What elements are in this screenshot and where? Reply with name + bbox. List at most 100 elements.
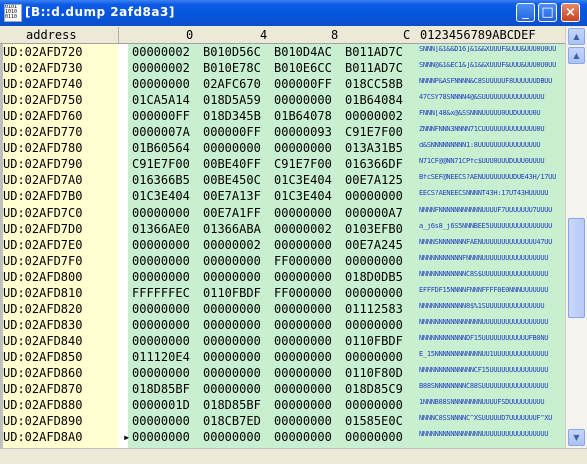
table-row[interactable]: UD:02AFD7C0 00000000 00E7A1FF 00000000 00000… xyxy=(0,205,565,221)
data-cell[interactable]: 00000000 xyxy=(132,366,190,380)
data-cell[interactable]: 00000000 xyxy=(203,382,261,396)
data-cell[interactable]: 00E7A1FF xyxy=(203,206,261,220)
table-row[interactable]: UD:02AFD810 FFFFFFEC 0110FBDF FF000000 00000… xyxy=(0,285,565,301)
table-row[interactable]: UD:02AFD820 00000000 00000000 00000000 01112… xyxy=(0,301,565,317)
data-cell[interactable]: 00000000 xyxy=(274,302,332,316)
data-cell[interactable]: 0110FBDF xyxy=(345,334,403,348)
data-cell[interactable]: C91E7F00 xyxy=(132,157,190,171)
close-button[interactable]: × xyxy=(561,3,580,22)
table-row[interactable]: UD:02AFD850 011120E4 00000000 00000000 00000… xyxy=(0,349,565,365)
data-cell[interactable]: 00E7A13F xyxy=(203,189,261,203)
data-cell[interactable]: 00000000 xyxy=(345,398,403,412)
data-cell[interactable]: 00000000 xyxy=(274,430,332,444)
data-cell[interactable]: 00000000 xyxy=(203,254,261,268)
data-cell[interactable]: 00000000 xyxy=(132,270,190,284)
table-row[interactable]: UD:02AFD7E0 00000000 00000002 00000000 00E7A… xyxy=(0,237,565,253)
table-row[interactable]: UD:02AFD780 01B60564 00000000 00000000 013A3… xyxy=(0,140,565,156)
horizontal-scrollbar[interactable] xyxy=(0,448,587,464)
data-cell[interactable]: 01CA5A14 xyxy=(132,93,190,107)
data-cell[interactable]: 01585E0C xyxy=(345,414,403,428)
data-cell[interactable]: 01366AE0 xyxy=(132,222,190,236)
vertical-scrollbar[interactable]: ▲ ▲ ▼ xyxy=(565,27,587,448)
minimize-button[interactable]: _ xyxy=(516,3,535,22)
title-bar[interactable]: 0101 1010 0110 [B::d.dump 2afd8a3] _ □ × xyxy=(0,0,587,26)
scroll-page-up-button[interactable]: ▲ xyxy=(568,47,585,64)
data-cell[interactable]: 018D5A59 xyxy=(203,93,261,107)
data-cell[interactable]: FF000000 xyxy=(274,254,332,268)
table-row[interactable]: UD:02AFD800 00000000 00000000 00000000 018D0… xyxy=(0,269,565,285)
table-row[interactable]: UD:02AFD7A0 016366B5 00BE450C 01C3E404 00E7A… xyxy=(0,172,565,188)
data-cell[interactable]: 00000000 xyxy=(132,238,190,252)
data-cell[interactable]: 0110FBDF xyxy=(203,286,261,300)
table-row[interactable]: UD:02AFD7D0 01366AE0 01366ABA 00000002 0103E… xyxy=(0,221,565,237)
data-cell[interactable]: 00000000 xyxy=(274,93,332,107)
data-cell[interactable]: 018D85C9 xyxy=(345,382,403,396)
data-cell[interactable]: B010E78C xyxy=(203,61,261,75)
data-cell[interactable]: 00000000 xyxy=(132,334,190,348)
data-cell[interactable]: 01112583 xyxy=(345,302,403,316)
table-row[interactable]: UD:02AFD740 00000000 02AFC670 000000FF 018CC… xyxy=(0,76,565,92)
data-cell[interactable]: 01B64078 xyxy=(274,109,332,123)
data-cell[interactable]: 00000000 xyxy=(132,302,190,316)
table-row[interactable]: UD:02AFD830 00000000 00000000 00000000 00000… xyxy=(0,317,565,333)
data-cell[interactable]: 00000002 xyxy=(132,45,190,59)
data-cell[interactable]: 00000000 xyxy=(345,318,403,332)
data-cell[interactable]: 018D0DB5 xyxy=(345,270,403,284)
data-cell[interactable]: 00000000 xyxy=(132,414,190,428)
data-cell[interactable]: 01B64084 xyxy=(345,93,403,107)
data-cell[interactable]: 01C3E404 xyxy=(132,189,190,203)
data-cell[interactable]: 00E7A245 xyxy=(345,238,403,252)
data-cell[interactable]: 00000000 xyxy=(203,302,261,316)
data-cell[interactable]: 00000000 xyxy=(274,318,332,332)
data-cell[interactable]: 01B60564 xyxy=(132,141,190,155)
data-cell[interactable]: 00000000 xyxy=(132,206,190,220)
data-cell[interactable]: 00000000 xyxy=(274,270,332,284)
data-cell[interactable]: 00000000 xyxy=(203,430,261,444)
data-cell[interactable]: 00000000 xyxy=(345,189,403,203)
data-cell[interactable]: 00000093 xyxy=(274,125,332,139)
table-row[interactable]: UD:02AFD880 0000001D 018D85BF 00000000 00000… xyxy=(0,397,565,413)
data-cell[interactable]: 00000000 xyxy=(345,286,403,300)
table-row[interactable]: UD:02AFD890 00000000 018CB7ED 00000000 01585… xyxy=(0,413,565,429)
data-cell[interactable]: 000000FF xyxy=(132,109,190,123)
data-cell[interactable]: 00000000 xyxy=(274,350,332,364)
data-cell[interactable]: 00000000 xyxy=(132,430,190,444)
data-cell[interactable]: 00000000 xyxy=(274,334,332,348)
data-cell[interactable]: 018D85BF xyxy=(132,382,190,396)
data-cell[interactable]: 00000000 xyxy=(345,430,403,444)
data-cell[interactable]: 018CB7ED xyxy=(203,414,261,428)
data-cell[interactable]: 00BE450C xyxy=(203,173,261,187)
data-cell[interactable]: 00E7A125 xyxy=(345,173,403,187)
table-row[interactable]: UD:02AFD7F0 00000000 00000000 FF000000 00000… xyxy=(0,253,565,269)
scroll-up-button[interactable]: ▲ xyxy=(568,28,585,45)
data-cell[interactable]: 00000000 xyxy=(203,334,261,348)
data-cell[interactable]: 00000000 xyxy=(274,382,332,396)
data-cell[interactable]: 018D345B xyxy=(203,109,261,123)
data-cell[interactable]: 00000000 xyxy=(345,350,403,364)
data-cell[interactable]: 000000FF xyxy=(274,77,332,91)
data-cell[interactable]: 0000001D xyxy=(132,398,190,412)
data-cell[interactable]: 00000000 xyxy=(345,254,403,268)
table-row[interactable]: UD:02AFD770 0000007A 000000FF 00000093 C91E7… xyxy=(0,124,565,140)
data-cell[interactable]: 0110F80D xyxy=(345,366,403,380)
data-cell[interactable]: 018CC58B xyxy=(345,77,403,91)
data-cell[interactable]: 00000000 xyxy=(203,366,261,380)
table-row[interactable]: UD:02AFD750 01CA5A14 018D5A59 00000000 01B64… xyxy=(0,92,565,108)
table-row[interactable]: UD:02AFD760 000000FF 018D345B 01B64078 00000… xyxy=(0,108,565,124)
data-cell[interactable]: B010D4AC xyxy=(274,45,332,59)
data-cell[interactable]: 016366B5 xyxy=(132,173,190,187)
data-cell[interactable]: 0000007A xyxy=(132,125,190,139)
data-cell[interactable]: 011120E4 xyxy=(132,350,190,364)
data-cell[interactable]: 00000000 xyxy=(274,206,332,220)
data-cell[interactable]: FFFFFFEC xyxy=(132,286,190,300)
data-cell[interactable]: 00000000 xyxy=(274,366,332,380)
data-cell[interactable]: C91E7F00 xyxy=(345,125,403,139)
table-row[interactable]: UD:02AFD860 00000000 00000000 00000000 0110F… xyxy=(0,365,565,381)
data-cell[interactable]: 00BE40FF xyxy=(203,157,261,171)
table-row[interactable]: UD:02AFD790 C91E7F00 00BE40FF C91E7F00 01636… xyxy=(0,156,565,172)
data-cell[interactable]: 0103EFB0 xyxy=(345,222,403,236)
data-cell[interactable]: 00000000 xyxy=(274,238,332,252)
data-cell[interactable]: B010D56C xyxy=(203,45,261,59)
data-cell[interactable]: 00000002 xyxy=(345,109,403,123)
data-cell[interactable]: 01C3E404 xyxy=(274,189,332,203)
